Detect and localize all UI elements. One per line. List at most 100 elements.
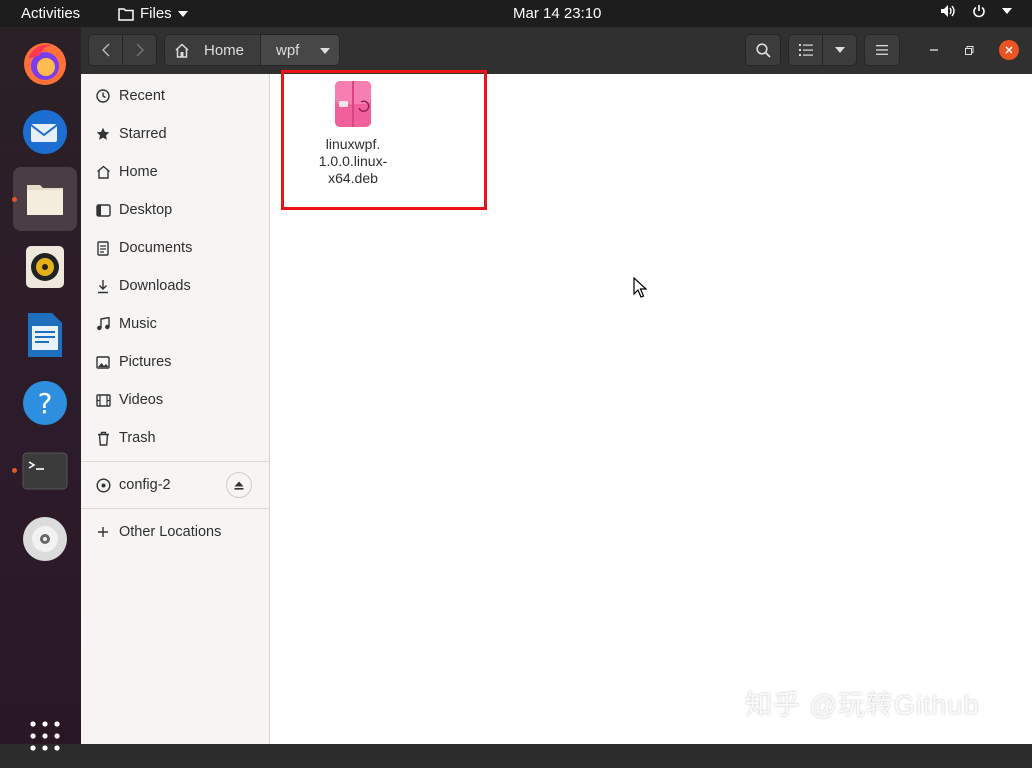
close-button[interactable] <box>999 40 1019 60</box>
sidebar-item-config-2[interactable]: config-2 <box>81 466 269 504</box>
svg-text:?: ? <box>38 387 53 420</box>
clock[interactable]: Mar 14 23:10 <box>513 5 601 22</box>
home-icon <box>95 164 111 180</box>
show-applications-button[interactable] <box>13 704 77 768</box>
sidebar-item-documents[interactable]: Documents <box>81 229 269 267</box>
forward-button[interactable] <box>122 34 157 66</box>
minimize-icon <box>930 49 938 51</box>
restore-icon <box>964 45 973 55</box>
dock: ? <box>0 27 81 751</box>
plus-icon <box>95 524 111 540</box>
highlight-box <box>281 70 487 210</box>
sidebar-item-videos[interactable]: Videos <box>81 381 269 419</box>
document-icon <box>95 240 111 256</box>
thunderbird-icon <box>23 110 67 154</box>
search-button[interactable] <box>745 34 781 66</box>
firefox-launcher[interactable] <box>13 32 77 96</box>
minimize-button[interactable] <box>924 40 944 60</box>
sidebar-item-label: Recent <box>119 88 165 104</box>
sidebar-item-label: Desktop <box>119 202 173 218</box>
sidebar-item-label: Music <box>119 316 157 332</box>
hamburger-icon <box>876 45 888 55</box>
maximize-button[interactable] <box>959 40 979 60</box>
sidebar-item-music[interactable]: Music <box>81 305 269 343</box>
header-bar: Home wpf <box>81 27 1032 75</box>
chevron-down-icon <box>1002 8 1012 14</box>
chevron-right-icon <box>136 43 144 57</box>
chevron-down-icon <box>834 47 845 53</box>
sidebar-item-label: Videos <box>119 392 164 408</box>
sidebar-item-label: Starred <box>119 126 167 142</box>
writer-launcher[interactable] <box>13 303 77 367</box>
disc-icon <box>95 477 111 493</box>
path-current-button[interactable]: wpf <box>260 34 340 66</box>
path-current-label: wpf <box>276 41 300 59</box>
sidebar-item-label: Trash <box>119 430 156 446</box>
watermark: 知乎 @玩转Github <box>745 690 980 720</box>
sidebar-item-label: config-2 <box>119 477 171 493</box>
firefox-icon <box>24 43 66 85</box>
app-grid-icon <box>30 721 60 751</box>
path-home-button[interactable]: Home <box>164 34 261 66</box>
activities-button[interactable]: Activities <box>21 5 80 22</box>
rhythmbox-launcher[interactable] <box>13 235 77 299</box>
video-icon <box>95 392 111 408</box>
chevron-down-icon <box>320 48 330 54</box>
running-indicator <box>12 468 17 473</box>
picture-icon <box>95 354 111 370</box>
sidebar-item-label: Home <box>119 164 158 180</box>
eject-icon <box>234 481 244 490</box>
clock-icon <box>95 88 111 104</box>
search-icon <box>755 42 771 58</box>
view-options-button[interactable] <box>822 34 857 66</box>
desktop-icon <box>95 202 111 218</box>
app-menu-label: Files <box>140 5 172 22</box>
download-icon <box>95 278 111 294</box>
running-indicator <box>12 197 17 202</box>
music-icon <box>95 316 111 332</box>
main-menu-button[interactable] <box>864 34 900 66</box>
chevron-down-icon <box>177 10 188 17</box>
volume-icon <box>941 5 955 17</box>
thunderbird-launcher[interactable] <box>13 100 77 164</box>
sidebar-item-trash[interactable]: Trash <box>81 419 269 457</box>
help-launcher[interactable]: ? <box>13 371 77 435</box>
folder-icon <box>118 7 134 21</box>
back-button[interactable] <box>88 34 123 66</box>
app-menu[interactable]: Files <box>118 5 188 22</box>
file-manager-icon <box>27 185 63 215</box>
sidebar-item-starred[interactable]: Starred <box>81 115 269 153</box>
sidebar-item-recent[interactable]: Recent <box>81 77 269 115</box>
libreoffice-writer-icon <box>28 313 62 357</box>
places-sidebar: Recent Starred Home Desktop Documents Do… <box>81 74 270 744</box>
sidebar-item-label: Other Locations <box>119 524 222 540</box>
close-icon <box>1005 46 1013 54</box>
power-icon <box>973 5 985 18</box>
sidebar-item-pictures[interactable]: Pictures <box>81 343 269 381</box>
eject-button[interactable] <box>226 472 252 498</box>
mouse-pointer-icon <box>633 277 647 298</box>
chevron-left-icon <box>101 43 109 57</box>
top-bar: Activities Files Mar 14 23:10 <box>0 0 1032 27</box>
optical-drive-launcher[interactable] <box>13 507 77 571</box>
home-icon <box>175 42 189 58</box>
star-icon <box>95 126 111 142</box>
sidebar-item-home[interactable]: Home <box>81 153 269 191</box>
system-menu[interactable] <box>940 4 1012 18</box>
path-home-label: Home <box>204 41 245 59</box>
files-launcher[interactable] <box>13 167 77 231</box>
terminal-launcher[interactable] <box>13 439 77 503</box>
help-icon: ? <box>23 381 67 425</box>
list-view-icon <box>798 44 813 56</box>
sidebar-item-other-locations[interactable]: Other Locations <box>81 513 269 551</box>
sidebar-separator <box>81 508 269 509</box>
sidebar-item-label: Documents <box>119 240 193 256</box>
cd-icon <box>23 517 67 561</box>
sidebar-separator <box>81 461 269 462</box>
terminal-icon <box>22 452 68 490</box>
view-list-button[interactable] <box>788 34 823 66</box>
sidebar-item-desktop[interactable]: Desktop <box>81 191 269 229</box>
sidebar-item-downloads[interactable]: Downloads <box>81 267 269 305</box>
rhythmbox-icon <box>26 246 64 288</box>
trash-icon <box>95 430 111 446</box>
